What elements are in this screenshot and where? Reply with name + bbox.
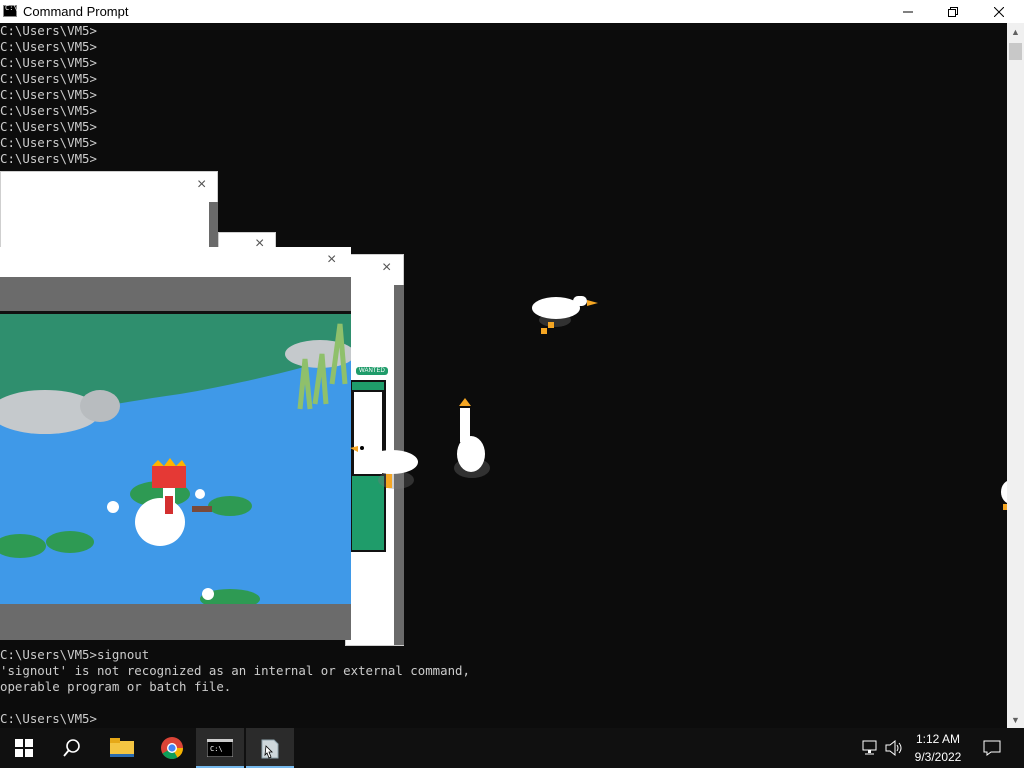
goose-pond-image — [0, 314, 351, 604]
restore-icon — [948, 6, 958, 17]
goose-image-window[interactable]: × — [0, 247, 351, 640]
console-error-line: operable program or batch file. — [0, 679, 232, 694]
desktop-goose-taskbar-button[interactable] — [246, 728, 294, 768]
goose-sprite[interactable] — [1001, 476, 1007, 520]
clock-date: 9/3/2022 — [914, 750, 962, 764]
search-button[interactable] — [48, 728, 96, 768]
volume-icon — [885, 740, 902, 756]
system-clock[interactable]: 1:12 AM 9/3/2022 — [905, 730, 971, 766]
wanted-label: WANTED — [356, 367, 388, 375]
console-line: C:\Users\VM5> — [0, 71, 97, 86]
scroll-up-button[interactable]: ▲ — [1007, 23, 1024, 40]
window-title: Command Prompt — [23, 4, 129, 19]
close-button[interactable] — [976, 0, 1022, 23]
console-prompt: C:\Users\VM5> — [0, 711, 97, 726]
window-edge — [209, 202, 218, 250]
notification-center-button[interactable] — [974, 728, 1010, 768]
close-icon[interactable]: × — [327, 251, 336, 269]
console-line: C:\Users\VM5> — [0, 151, 97, 166]
windows-logo-icon — [15, 739, 33, 757]
goose-sprite[interactable] — [450, 398, 495, 480]
image-border — [0, 311, 351, 314]
goose-note-window[interactable]: × — [0, 171, 218, 251]
vertical-scrollbar[interactable]: ▲ ▼ — [1007, 23, 1024, 728]
restore-button[interactable] — [930, 0, 976, 23]
network-icon — [862, 740, 877, 755]
goose-app-icon — [261, 739, 279, 759]
start-button[interactable] — [0, 728, 48, 768]
cmd-app-icon — [3, 4, 18, 17]
file-explorer-button[interactable] — [98, 728, 146, 768]
minimize-icon — [903, 11, 913, 12]
goose-sprite[interactable] — [350, 436, 422, 492]
console-line: C:\Users\VM5> — [0, 135, 97, 150]
clock-time: 1:12 AM — [915, 732, 961, 746]
console-command-line: C:\Users\VM5>signout — [0, 647, 150, 662]
console-line: C:\Users\VM5> — [0, 103, 97, 118]
console-line: C:\Users\VM5> — [0, 55, 97, 70]
command-prompt-taskbar-button[interactable]: C:\ — [196, 728, 244, 768]
chrome-button[interactable] — [148, 728, 196, 768]
console-error-line: 'signout' is not recognized as an intern… — [0, 663, 470, 678]
scroll-down-button[interactable]: ▼ — [1007, 711, 1024, 728]
title-bar[interactable]: Command Prompt — [0, 0, 1024, 23]
goose-sprite[interactable] — [528, 290, 603, 340]
svg-text:C:\: C:\ — [210, 745, 223, 753]
console-line: C:\Users\VM5> — [0, 87, 97, 102]
folder-icon — [110, 738, 134, 757]
chrome-icon — [161, 737, 183, 759]
network-tray-icon[interactable] — [858, 728, 884, 768]
close-icon[interactable]: × — [197, 176, 206, 194]
close-icon[interactable]: × — [382, 259, 391, 277]
taskbar: C:\ 1:12 AM 9/3/2022 — [0, 728, 1024, 768]
search-icon — [63, 739, 80, 757]
scroll-thumb[interactable] — [1009, 43, 1022, 60]
notification-icon — [983, 740, 1001, 756]
console-line: C:\Users\VM5> — [0, 39, 97, 54]
minimize-button[interactable] — [885, 0, 931, 23]
close-icon — [994, 6, 1004, 17]
console-line: C:\Users\VM5> — [0, 23, 97, 38]
console-line: C:\Users\VM5> — [0, 119, 97, 134]
cmd-icon: C:\ — [207, 739, 233, 757]
volume-tray-icon[interactable] — [882, 728, 906, 768]
